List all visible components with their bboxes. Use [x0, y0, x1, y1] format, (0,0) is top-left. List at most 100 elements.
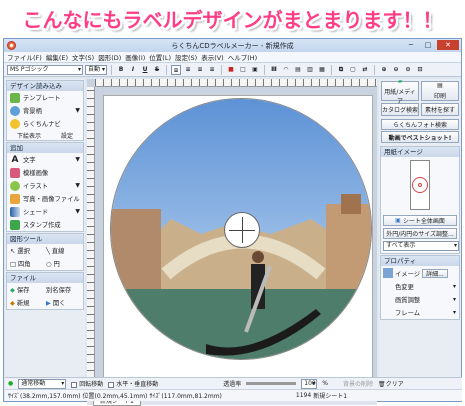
menu-view[interactable]: 表示(V): [201, 52, 224, 62]
video-best-shot-button[interactable]: 動画でベストショット!: [381, 131, 459, 143]
line-tool[interactable]: ╲ 直線: [46, 246, 64, 255]
rect-icon: □: [10, 261, 18, 268]
group-icon[interactable]: ▦: [317, 65, 327, 75]
background-pattern-button[interactable]: 背景柄 ▼: [7, 104, 83, 117]
frame-button[interactable]: フレーム ▾: [381, 306, 459, 319]
underlay-show-button[interactable]: 下絵表示: [17, 131, 41, 140]
image-prop-icon: [383, 268, 393, 278]
text-color-icon[interactable]: ■: [226, 65, 236, 75]
trash-icon: 🗑: [378, 381, 386, 388]
close-button[interactable]: ✕: [437, 40, 459, 50]
add-text-button[interactable]: A 文字 ▼: [7, 153, 83, 166]
menu-image[interactable]: 画像(I): [125, 52, 145, 62]
find-material-button[interactable]: 素材を探す: [421, 103, 459, 116]
palette-icon: [10, 105, 20, 116]
opacity-label: 透過率: [223, 381, 242, 388]
move-mode-select[interactable]: 通常移動: [18, 378, 67, 389]
template-button[interactable]: テンプレート: [7, 91, 83, 104]
vertical-text-icon[interactable]: Ⅲ: [269, 65, 279, 75]
menu-help[interactable]: ヘルプ(H): [228, 52, 257, 62]
save-icon: ◆: [10, 287, 17, 294]
menu-position[interactable]: 位置(L): [149, 52, 171, 62]
paste-icon[interactable]: ▢: [348, 65, 358, 75]
menu-shape[interactable]: 図形(D): [98, 52, 121, 62]
circle-size-adjust-button[interactable]: 外円/内円のサイズ調整...: [383, 228, 457, 239]
underlay-settings-button[interactable]: 設定: [61, 131, 73, 140]
menu-settings[interactable]: 設定(S): [175, 52, 197, 62]
copy-icon[interactable]: ⧉: [336, 65, 346, 75]
canvas-area[interactable]: [87, 79, 377, 395]
paper-preview: [410, 160, 430, 210]
color-change-button[interactable]: 色変更 ▾: [381, 280, 459, 293]
sheet-name-info: 新規シート1: [313, 393, 348, 400]
bg-delete-button[interactable]: 背景の削除: [343, 379, 373, 388]
add-shade-button[interactable]: シェード ▼: [7, 205, 83, 218]
navi-button[interactable]: らくちんナビ: [7, 117, 83, 130]
crosshair-center-icon: [224, 212, 260, 248]
zoom-in-icon[interactable]: ⊕: [379, 65, 389, 75]
font-size-select[interactable]: 自動: [85, 64, 107, 75]
text-a-icon: A: [10, 154, 20, 165]
quality-adjust-button[interactable]: 画質調整 ▾: [381, 293, 459, 306]
opacity-input[interactable]: 100: [301, 378, 318, 389]
save-button[interactable]: ◆ 保存: [10, 285, 46, 294]
opacity-slider[interactable]: [246, 382, 297, 385]
paper-media-button[interactable]: ▰ 用紙/メディア: [381, 78, 419, 105]
print-button[interactable]: ▤ 印刷: [421, 81, 459, 101]
select-tool[interactable]: ↖ 選択: [10, 246, 46, 255]
flip-icon[interactable]: ⇄: [360, 65, 370, 75]
open-button[interactable]: ▶ 開く: [46, 298, 65, 307]
bring-front-icon[interactable]: ▤: [293, 65, 303, 75]
minimize-button[interactable]: ─: [403, 40, 419, 50]
italic-button[interactable]: I: [128, 65, 138, 75]
clear-button[interactable]: 🗑クリア: [378, 379, 404, 388]
align-center-icon[interactable]: ≡: [183, 65, 193, 75]
bold-button[interactable]: B: [116, 65, 126, 75]
catalog-search-button[interactable]: カタログ検索: [381, 103, 419, 116]
align-right-icon[interactable]: ≡: [195, 65, 205, 75]
design-load-header: デザイン読み込み: [7, 81, 83, 91]
rotate-move-checkbox[interactable]: 回転移動: [71, 379, 103, 388]
percent-label: %: [322, 380, 328, 387]
menu-file[interactable]: ファイル(F): [7, 52, 42, 62]
zoom-page-icon[interactable]: ⊡: [415, 65, 425, 75]
align-left-icon[interactable]: ≡: [171, 64, 181, 75]
menu-edit[interactable]: 編集(E): [46, 52, 68, 62]
hv-move-checkbox[interactable]: 水平・垂直移動: [108, 379, 158, 388]
font-select[interactable]: MS Pゴシック: [7, 64, 83, 75]
add-illust-button[interactable]: イラスト ▼: [7, 179, 83, 192]
circle-tool[interactable]: ○ 円: [46, 259, 60, 268]
detail-button[interactable]: 詳細...: [422, 268, 448, 278]
photo-icon: [10, 193, 20, 204]
strike-button[interactable]: S: [152, 65, 162, 75]
underline-button[interactable]: U: [140, 65, 150, 75]
send-back-icon[interactable]: ▥: [305, 65, 315, 75]
template-icon: [10, 92, 20, 103]
rect-tool[interactable]: □ 四角: [10, 259, 46, 268]
maximize-button[interactable]: □: [420, 40, 436, 50]
cd-label-disc[interactable]: [110, 98, 372, 360]
photo-search-button[interactable]: らくちんフォト検索: [381, 119, 459, 130]
align-justify-icon[interactable]: ≡: [207, 65, 217, 75]
view-select[interactable]: すべて表示: [383, 241, 459, 251]
vertical-ruler: [87, 87, 95, 395]
left-tool-panel: デザイン読み込み テンプレート 背景柄 ▼ らくちんナビ 下絵表示 設定 追加 A文…: [5, 79, 85, 377]
count-info: 1194: [295, 392, 312, 399]
menu-text[interactable]: 文字(S): [72, 52, 94, 62]
shadow-icon[interactable]: ▣: [250, 65, 260, 75]
save-as-button[interactable]: 別名保存: [46, 285, 71, 294]
position-info: 位置(0.2mm,45.1mm): [82, 393, 148, 400]
zoom-fit-icon[interactable]: ⊙: [403, 65, 413, 75]
add-pattern-image-button[interactable]: 模様画像: [7, 166, 83, 179]
add-header: 追加: [7, 143, 83, 153]
label-sheet[interactable]: [103, 95, 373, 385]
outline-icon[interactable]: □: [238, 65, 248, 75]
zoom-out-icon[interactable]: ⊖: [391, 65, 401, 75]
new-button[interactable]: ◆ 新規: [10, 298, 46, 307]
stamp-create-button[interactable]: スタンプ作成: [7, 218, 83, 231]
right-panel: ▰ 用紙/メディア ▤ 印刷 カタログ検索 素材を探す らくちんフォト検索 動画でベ…: [379, 78, 461, 377]
info-bar: ｻｲｽﾞ(38.2mm,157.0mm) 位置(0.2mm,45.1mm) ｻｲ…: [5, 389, 462, 401]
add-photo-button[interactable]: 写真・画像ファイル: [7, 192, 83, 205]
arc-text-icon[interactable]: ◠: [281, 65, 291, 75]
sheet-full-view-button[interactable]: ▣ シート全体画面: [383, 215, 457, 226]
